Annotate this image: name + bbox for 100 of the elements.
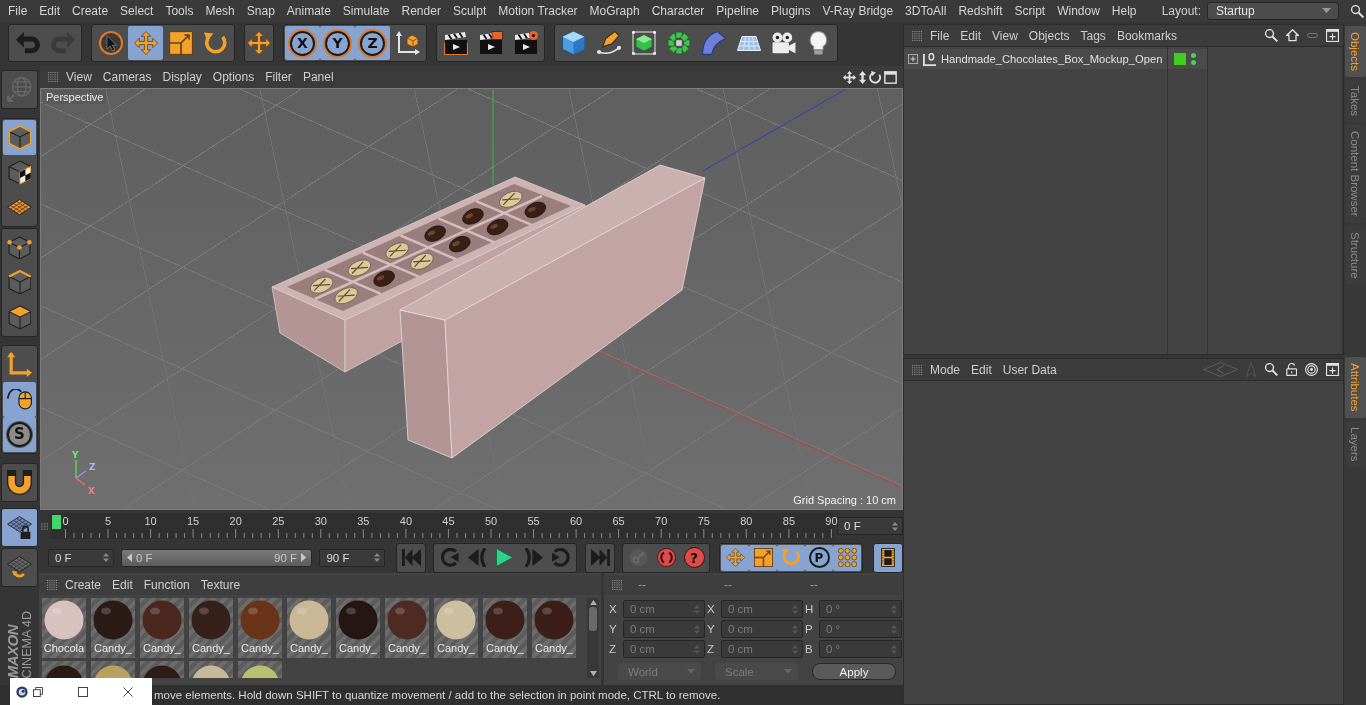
grip-icon[interactable] <box>48 72 58 82</box>
visibility-dot[interactable] <box>1191 60 1196 65</box>
material-item[interactable] <box>189 661 233 678</box>
menu-item[interactable]: Window <box>1057 4 1100 18</box>
menu-item[interactable]: Texture <box>200 578 241 592</box>
material-item[interactable]: Candy_ <box>238 598 282 658</box>
menu-item[interactable]: Bookmarks <box>1116 28 1177 43</box>
menu-item[interactable]: Render <box>401 4 441 18</box>
grip-icon[interactable] <box>612 580 622 590</box>
rotate-icon[interactable] <box>868 70 881 84</box>
parameter-key-button[interactable]: P <box>805 544 833 571</box>
visibility-dot[interactable] <box>1191 53 1196 58</box>
menu-item[interactable]: Display <box>162 70 202 84</box>
menu-item[interactable]: 3DToAll <box>905 4 947 18</box>
point-level-button[interactable] <box>833 544 861 571</box>
menu-item[interactable]: Create <box>65 578 102 592</box>
arrow-right-icon[interactable] <box>301 553 307 562</box>
move-tool-button[interactable] <box>128 26 163 60</box>
material-item[interactable]: Chocola <box>42 598 86 658</box>
search-icon[interactable] <box>1351 4 1364 18</box>
timeline-button[interactable] <box>873 542 903 573</box>
menu-item[interactable]: File <box>930 28 950 43</box>
material-item[interactable]: Candy_ <box>336 598 380 658</box>
menu-item[interactable]: Filter <box>265 70 292 84</box>
material-item[interactable]: Candy_ <box>385 598 429 658</box>
menu-item[interactable]: Tools <box>165 4 194 18</box>
arrow-left-icon[interactable] <box>126 553 132 562</box>
menu-item[interactable]: Options <box>212 70 255 84</box>
skip-to-start-button[interactable] <box>396 542 426 573</box>
snap-button[interactable]: S <box>3 417 36 452</box>
x-axis-button[interactable]: X <box>285 26 320 60</box>
menu-item[interactable]: Pipeline <box>716 4 760 18</box>
menu-item[interactable]: Edit <box>960 28 982 43</box>
menu-item[interactable]: Edit <box>112 578 133 592</box>
grip-icon[interactable] <box>912 30 922 41</box>
menu-item[interactable]: Edit <box>971 362 992 377</box>
menu-item[interactable]: Animate <box>286 4 331 18</box>
search-icon[interactable] <box>1264 363 1278 376</box>
layout-dropdown[interactable]: Startup <box>1207 2 1339 20</box>
lock-icon[interactable] <box>1285 363 1297 376</box>
new-window-icon[interactable] <box>1326 29 1339 42</box>
material-item[interactable] <box>238 661 282 678</box>
menu-item[interactable]: V-Ray Bridge <box>822 4 894 18</box>
home-icon[interactable] <box>1286 29 1299 42</box>
side-tab[interactable]: Objects <box>1344 26 1366 77</box>
menu-item[interactable]: User Data <box>1002 362 1057 377</box>
menu-item[interactable]: Sculpt <box>452 4 487 18</box>
object-row[interactable]: Handmade_Chocolates_Box_Mockup_Open <box>904 49 1167 69</box>
menu-item[interactable]: Function <box>143 578 190 592</box>
menu-item[interactable]: Simulate <box>342 4 390 18</box>
menu-item[interactable]: Cameras <box>102 70 152 84</box>
menu-item[interactable]: File <box>8 4 28 18</box>
grid-lock-button[interactable] <box>1 508 38 547</box>
menu-item[interactable]: Select <box>120 4 154 18</box>
close-icon[interactable] <box>123 686 133 697</box>
material-item[interactable]: Candy_ <box>91 598 135 658</box>
menu-item[interactable]: Motion Tracker <box>498 4 578 18</box>
menu-item[interactable]: Mode <box>930 362 961 377</box>
material-item[interactable]: Candy_ <box>287 598 331 658</box>
menu-item[interactable]: Snap <box>246 4 275 18</box>
menu-item[interactable]: Script <box>1014 4 1046 18</box>
menu-item[interactable]: Plugins <box>771 4 811 18</box>
menu-item[interactable]: Objects <box>1028 28 1070 43</box>
tweak-mode-button[interactable] <box>3 382 36 417</box>
z-axis-button[interactable]: Z <box>355 26 390 60</box>
material-item[interactable] <box>42 661 86 678</box>
scrollbar-thumb[interactable] <box>589 607 597 631</box>
side-tab[interactable]: Attributes <box>1344 357 1366 418</box>
material-item[interactable]: Candy_ <box>140 598 184 658</box>
menu-item[interactable]: Create <box>72 4 109 18</box>
frame-field[interactable]: 0 F <box>48 548 114 567</box>
vertical-arrows-icon[interactable] <box>858 70 866 84</box>
menu-item[interactable]: Tags <box>1080 28 1106 43</box>
material-item[interactable]: Candy_ <box>434 598 478 658</box>
arrow-down-icon[interactable] <box>589 670 597 676</box>
menu-item[interactable]: Mesh <box>205 4 235 18</box>
scrollbar[interactable] <box>587 598 599 678</box>
search-icon[interactable] <box>1265 29 1278 42</box>
grid-rotate-button[interactable] <box>1 548 38 587</box>
menu-item[interactable]: MoGraph <box>589 4 640 18</box>
menu-item[interactable]: Help <box>1111 4 1137 18</box>
menu-item[interactable]: Edit <box>39 4 61 18</box>
material-item[interactable]: Candy_ <box>189 598 233 658</box>
material-item[interactable] <box>91 661 135 678</box>
grip-icon[interactable] <box>912 364 922 375</box>
target-icon[interactable] <box>1305 363 1318 376</box>
y-axis-button[interactable]: Y <box>320 26 355 60</box>
expand-icon[interactable] <box>908 54 918 64</box>
move-tool-button[interactable] <box>244 24 274 62</box>
material-item[interactable]: Candy_ <box>532 598 576 658</box>
position-key-button[interactable] <box>721 544 749 571</box>
material-item[interactable] <box>140 661 184 678</box>
oval-icon[interactable] <box>1307 33 1318 38</box>
move-icon[interactable] <box>842 70 856 84</box>
model-mode-button[interactable] <box>3 120 36 155</box>
new-window-icon[interactable] <box>1326 363 1339 376</box>
menu-item[interactable]: View <box>66 70 92 84</box>
frame-field[interactable]: 0 F <box>837 517 903 535</box>
menu-item[interactable]: Panel <box>302 70 334 84</box>
magnet-button[interactable] <box>1 463 38 502</box>
